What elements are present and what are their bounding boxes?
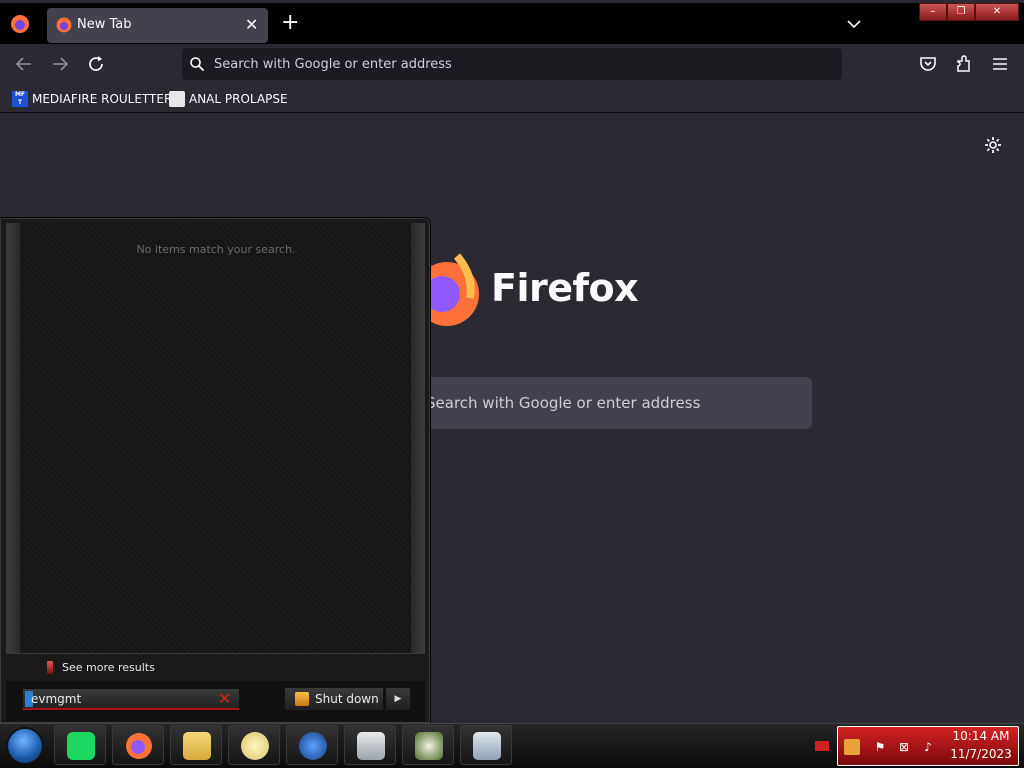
bookmark-second[interactable]: ANAL PROLAPSE: [169, 89, 288, 109]
start-menu-frame-right: [411, 223, 425, 653]
home-search-input[interactable]: [400, 377, 812, 429]
taskbar-app-game[interactable]: [402, 725, 454, 765]
new-tab-button[interactable]: +: [281, 12, 299, 34]
system-tray: ⚑ ⊠ ♪ 10:14 AM 11/7/2023: [837, 726, 1019, 766]
hamburger-menu-icon[interactable]: [990, 54, 1010, 74]
clock-date[interactable]: 11/7/2023: [946, 747, 1016, 761]
firefox-view-icon[interactable]: [10, 14, 30, 34]
taskbar-app-nordvpn[interactable]: [286, 725, 338, 765]
divider: [6, 653, 425, 654]
firefox-icon: [126, 733, 152, 759]
shut-down-label: Shut down: [315, 692, 379, 706]
start-search-input[interactable]: [31, 691, 216, 707]
close-tab-icon[interactable]: ✕: [245, 15, 258, 34]
clock-time[interactable]: 10:14 AM: [946, 729, 1016, 743]
forward-arrow-icon[interactable]: [50, 54, 70, 74]
urlbar-input[interactable]: [214, 48, 814, 80]
taskbar-app-monitor[interactable]: [460, 725, 512, 765]
start-menu-frame-left: [6, 223, 20, 653]
shut-down-options-button[interactable]: ▶: [385, 687, 411, 711]
clear-search-icon[interactable]: ✕: [218, 690, 231, 708]
gear-icon[interactable]: [983, 135, 1003, 155]
firefox-wordmark: Firefox: [491, 266, 639, 310]
tab-title: New Tab: [77, 17, 132, 32]
see-more-label: See more results: [62, 660, 155, 674]
search-results-icon: [47, 660, 53, 674]
game-icon: [415, 732, 443, 760]
mediafire-icon: MF T: [12, 91, 28, 107]
bookmarks-toolbar: MF T MEDIAFIRE ROULETTER ANAL PROLAPSE: [0, 84, 1024, 113]
network-icon[interactable]: ⊠: [896, 739, 912, 755]
taskbar-app-spotify[interactable]: [54, 725, 106, 765]
maximize-button[interactable]: ❐: [947, 3, 975, 21]
remote-desktop-icon: [357, 732, 385, 760]
pocket-icon[interactable]: [918, 54, 938, 74]
bookmark-page-icon: [169, 91, 185, 107]
taskbar-app-explorer[interactable]: [170, 725, 222, 765]
tab-new-tab[interactable]: New Tab ✕: [47, 8, 268, 43]
start-menu: No items match your search. See more res…: [0, 218, 430, 723]
no-results-message: No items match your search.: [136, 243, 296, 256]
see-more-results-link[interactable]: See more results: [47, 659, 155, 675]
action-center-flag-icon[interactable]: ⚑: [872, 739, 888, 755]
network-chat-icon: [241, 732, 269, 760]
taskbar-app-remote-desktop[interactable]: [344, 725, 396, 765]
tab-strip: New Tab ✕ + – ❐ ✕: [0, 0, 1024, 44]
reload-icon[interactable]: [86, 54, 106, 74]
bookmark-mediafire[interactable]: MF T MEDIAFIRE ROULETTER: [12, 89, 172, 109]
taskbar-app-messenger[interactable]: [228, 725, 280, 765]
close-window-button[interactable]: ✕: [975, 3, 1019, 21]
volume-icon[interactable]: ♪: [920, 739, 936, 755]
back-arrow-icon[interactable]: [14, 54, 34, 74]
start-menu-footer: ✕ Shut down ▶: [6, 681, 425, 721]
window-controls: – ❐ ✕: [919, 3, 1019, 21]
system-monitor-icon: [473, 732, 501, 760]
taskbar-app-firefox[interactable]: [112, 725, 164, 765]
notification-icon[interactable]: [815, 741, 829, 751]
extensions-icon[interactable]: [954, 54, 974, 74]
minimize-button[interactable]: –: [919, 3, 947, 21]
nordvpn-icon: [299, 732, 327, 760]
search-results-pane: No items match your search.: [21, 223, 411, 653]
start-button[interactable]: [6, 727, 44, 765]
file-explorer-icon: [183, 732, 211, 760]
shield-icon: [295, 692, 309, 706]
start-search-box[interactable]: ✕: [22, 688, 240, 710]
shut-down-button[interactable]: Shut down: [284, 687, 384, 711]
search-icon: [190, 57, 205, 72]
bookmark-label: ANAL PROLAPSE: [189, 92, 288, 106]
spotify-icon: [67, 732, 95, 760]
chevron-down-icon[interactable]: [846, 16, 862, 32]
home-search-box[interactable]: [400, 377, 812, 429]
urlbar[interactable]: [182, 48, 842, 80]
firefox-tab-icon: [56, 17, 72, 33]
bookmark-label: MEDIAFIRE ROULETTER: [32, 92, 173, 106]
app-tray-icon[interactable]: [844, 739, 860, 755]
